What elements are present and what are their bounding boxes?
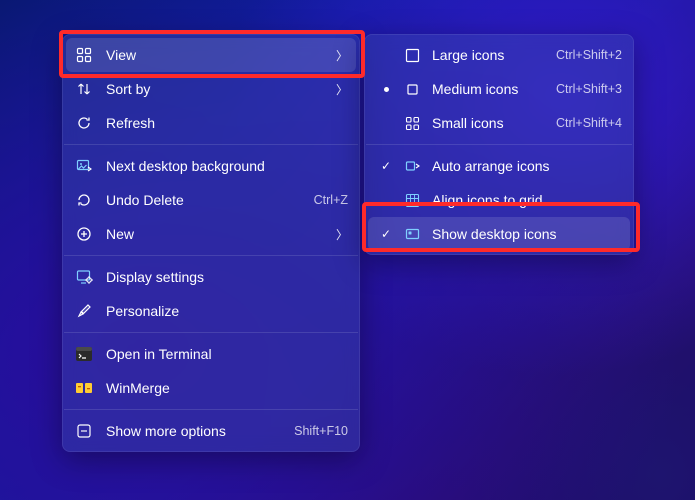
submenu-shortcut: Ctrl+Shift+4: [556, 116, 622, 130]
menu-label: View: [106, 47, 330, 63]
menu-label: Show more options: [106, 423, 286, 439]
menu-item-refresh[interactable]: Refresh: [62, 106, 360, 140]
menu-label: Sort by: [106, 81, 330, 97]
grid-icon: [74, 45, 94, 65]
menu-label: Next desktop background: [106, 158, 348, 174]
menu-label: New: [106, 226, 330, 242]
desktop-context-menu: View 〉 Sort by 〉 Refresh Next desktop ba…: [62, 34, 360, 452]
view-submenu: Large icons Ctrl+Shift+2 Medium icons Ct…: [364, 34, 634, 255]
menu-item-new[interactable]: New 〉: [62, 217, 360, 251]
menu-item-winmerge[interactable]: WinMerge: [62, 371, 360, 405]
auto-arrange-icon: [402, 156, 422, 176]
radio-indicator: [376, 87, 396, 92]
menu-item-display-settings[interactable]: Display settings: [62, 260, 360, 294]
menu-separator: [366, 144, 632, 145]
menu-separator: [64, 409, 358, 410]
picture-next-icon: [74, 156, 94, 176]
submenu-label: Align icons to grid: [432, 192, 622, 208]
medium-square-icon: [402, 79, 422, 99]
submenu-item-medium-icons[interactable]: Medium icons Ctrl+Shift+3: [364, 72, 634, 106]
menu-item-view[interactable]: View 〉: [66, 38, 356, 72]
refresh-icon: [74, 113, 94, 133]
menu-label: WinMerge: [106, 380, 348, 396]
large-square-icon: [402, 45, 422, 65]
winmerge-icon: [74, 378, 94, 398]
chevron-right-icon: 〉: [336, 47, 348, 64]
menu-item-undo-delete[interactable]: Undo Delete Ctrl+Z: [62, 183, 360, 217]
check-indicator: ✓: [376, 227, 396, 241]
menu-shortcut: Ctrl+Z: [314, 193, 348, 207]
undo-icon: [74, 190, 94, 210]
chevron-right-icon: 〉: [336, 226, 348, 243]
menu-separator: [64, 332, 358, 333]
brush-icon: [74, 301, 94, 321]
submenu-item-large-icons[interactable]: Large icons Ctrl+Shift+2: [364, 38, 634, 72]
menu-label: Open in Terminal: [106, 346, 348, 362]
plus-circle-icon: [74, 224, 94, 244]
submenu-item-show-desktop-icons[interactable]: ✓ Show desktop icons: [368, 217, 630, 251]
check-indicator: ✓: [376, 159, 396, 173]
submenu-shortcut: Ctrl+Shift+2: [556, 48, 622, 62]
chevron-right-icon: 〉: [336, 81, 348, 98]
submenu-label: Large icons: [432, 47, 548, 63]
menu-shortcut: Shift+F10: [294, 424, 348, 438]
menu-separator: [64, 144, 358, 145]
menu-item-sortby[interactable]: Sort by 〉: [62, 72, 360, 106]
submenu-label: Show desktop icons: [432, 226, 622, 242]
menu-label: Personalize: [106, 303, 348, 319]
terminal-icon: [74, 344, 94, 364]
menu-label: Display settings: [106, 269, 348, 285]
align-grid-icon: [402, 190, 422, 210]
menu-separator: [64, 255, 358, 256]
display-gear-icon: [74, 267, 94, 287]
menu-label: Undo Delete: [106, 192, 306, 208]
submenu-shortcut: Ctrl+Shift+3: [556, 82, 622, 96]
submenu-label: Medium icons: [432, 81, 548, 97]
menu-item-personalize[interactable]: Personalize: [62, 294, 360, 328]
small-grid-icon: [402, 113, 422, 133]
menu-item-open-terminal[interactable]: Open in Terminal: [62, 337, 360, 371]
sort-icon: [74, 79, 94, 99]
more-options-icon: [74, 421, 94, 441]
menu-item-next-background[interactable]: Next desktop background: [62, 149, 360, 183]
submenu-item-small-icons[interactable]: Small icons Ctrl+Shift+4: [364, 106, 634, 140]
submenu-item-auto-arrange[interactable]: ✓ Auto arrange icons: [364, 149, 634, 183]
submenu-item-align-grid[interactable]: Align icons to grid: [364, 183, 634, 217]
submenu-label: Small icons: [432, 115, 548, 131]
desktop-icons-icon: [402, 224, 422, 244]
menu-label: Refresh: [106, 115, 348, 131]
submenu-label: Auto arrange icons: [432, 158, 622, 174]
menu-item-show-more-options[interactable]: Show more options Shift+F10: [62, 414, 360, 448]
